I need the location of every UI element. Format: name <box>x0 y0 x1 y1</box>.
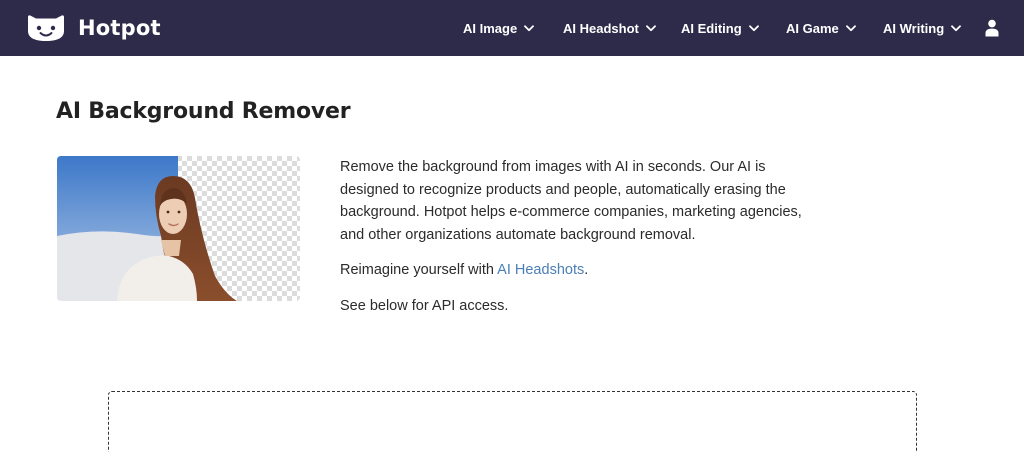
nav-ai-writing-label: AI Writing <box>883 20 945 36</box>
chevron-down-icon <box>845 24 856 31</box>
nav-ai-game-label: AI Game <box>786 20 839 36</box>
hotpot-logo[interactable]: Hotpot <box>24 14 161 42</box>
image-upload-dropzone[interactable] <box>108 391 917 452</box>
hotpot-logo-icon <box>28 15 64 41</box>
chevron-down-icon <box>748 24 759 31</box>
top-navbar: Hotpot AI Image AI Headshot AI Editing A… <box>0 0 1024 56</box>
page-title: AI Background Remover <box>56 99 351 124</box>
nav-ai-editing[interactable]: AI Editing <box>681 0 759 56</box>
nav-ai-editing-label: AI Editing <box>681 20 742 36</box>
brand-name: Hotpot <box>78 16 161 40</box>
nav-ai-game[interactable]: AI Game <box>786 0 856 56</box>
nav-ai-headshot[interactable]: AI Headshot <box>563 0 656 56</box>
nav-ai-image[interactable]: AI Image <box>463 0 535 56</box>
chevron-down-icon <box>524 24 535 31</box>
description-paragraph: Remove the background from images with A… <box>340 159 802 243</box>
chevron-down-icon <box>645 24 656 31</box>
nav-ai-image-label: AI Image <box>463 20 518 36</box>
nav-ai-headshot-label: AI Headshot <box>563 20 639 36</box>
reimagine-text: Reimagine yourself with <box>340 262 498 278</box>
nav-ai-writing[interactable]: AI Writing <box>883 0 962 56</box>
chevron-down-icon <box>951 24 962 31</box>
ai-headshots-link[interactable]: AI Headshots <box>497 262 584 278</box>
description: Remove the background from images with A… <box>340 156 820 317</box>
user-account-icon[interactable] <box>985 19 999 37</box>
reimagine-period: . <box>584 262 589 278</box>
background-removal-example-image <box>57 156 300 301</box>
reimagine-paragraph: Reimagine yourself with AI Headshots. <box>340 259 820 282</box>
api-access-paragraph: See below for API access. <box>340 297 509 314</box>
